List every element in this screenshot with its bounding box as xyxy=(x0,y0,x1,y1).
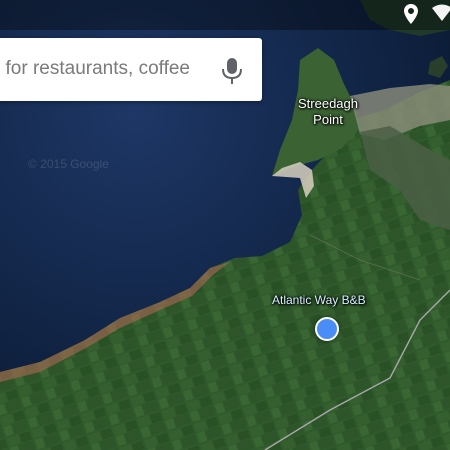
status-bar xyxy=(0,0,450,30)
place-label-line: Streedagh xyxy=(298,96,358,111)
map-watermark: © 2015 Google xyxy=(28,157,109,171)
location-pin-icon xyxy=(404,4,418,24)
place-label-line: Point xyxy=(313,112,343,127)
microphone-icon[interactable] xyxy=(220,56,244,86)
wifi-icon xyxy=(432,4,450,21)
current-location-dot[interactable] xyxy=(315,317,339,341)
search-bar[interactable]: Search for restaurants, coffee xyxy=(0,38,262,101)
place-label-streedagh-point[interactable]: Streedagh Point xyxy=(287,96,369,128)
search-input[interactable]: Search for restaurants, coffee xyxy=(0,58,190,80)
place-label-atlantic-way-bnb[interactable]: Atlantic Way B&B xyxy=(272,292,366,308)
